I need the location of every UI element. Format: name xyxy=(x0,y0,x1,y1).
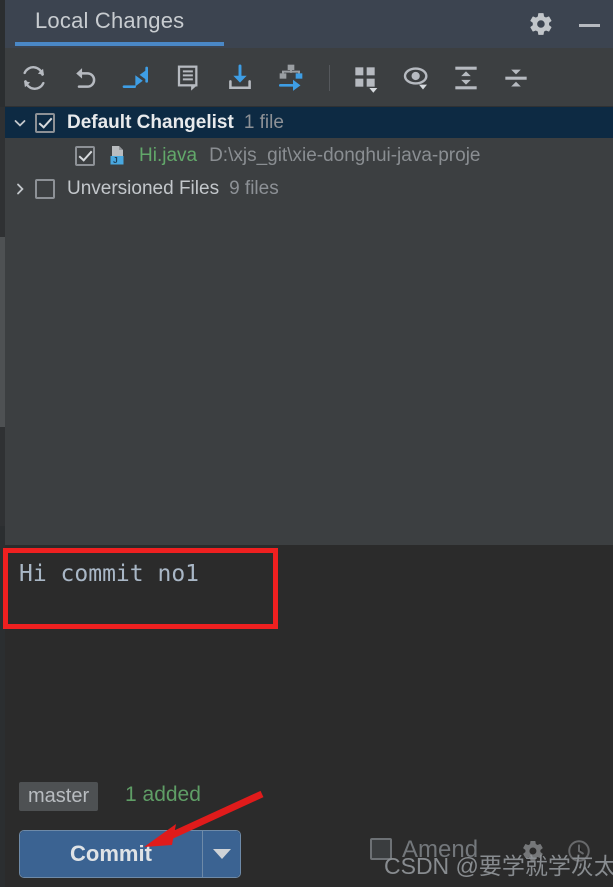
gear-icon[interactable] xyxy=(528,11,554,37)
changelist-file-count: 1 file xyxy=(243,111,284,133)
tree-row-default-changelist[interactable]: Default Changelist 1 file xyxy=(5,107,613,138)
unversioned-file-count: 9 files xyxy=(229,177,279,199)
titlebar: Local Changes xyxy=(5,0,613,48)
svg-text:J: J xyxy=(113,155,118,165)
tree-row-unversioned-files[interactable]: Unversioned Files 9 files xyxy=(5,173,613,204)
commit-dropdown-button[interactable] xyxy=(203,831,240,877)
show-diff-icon[interactable] xyxy=(173,62,205,94)
rollback-icon[interactable] xyxy=(69,62,101,94)
chevron-down-icon xyxy=(212,849,231,859)
file-checkbox[interactable] xyxy=(75,145,95,166)
chevron-right-icon[interactable] xyxy=(5,173,35,204)
toolbar-separator xyxy=(329,65,330,91)
collapse-all-icon[interactable] xyxy=(500,62,532,94)
tree-row-file[interactable]: J Hi.java D:\xjs_git\xie-donghui-java-pr… xyxy=(5,140,613,171)
changelist-checkbox[interactable] xyxy=(35,112,55,133)
group-by-icon[interactable] xyxy=(350,62,382,94)
changes-summary: 1 added xyxy=(125,783,201,806)
java-file-icon: J xyxy=(107,145,129,167)
changes-tree: Default Changelist 1 file J Hi.java D:\x… xyxy=(5,107,613,526)
refresh-icon[interactable] xyxy=(18,62,50,94)
unversioned-label: Unversioned Files xyxy=(67,177,220,199)
tab-active-underline xyxy=(15,42,224,46)
expand-all-icon[interactable] xyxy=(450,62,482,94)
watermark-text: CSDN @要学就学灰太狼 xyxy=(384,853,613,879)
changelist-label: Default Changelist xyxy=(67,111,234,133)
tab-local-changes[interactable]: Local Changes xyxy=(35,8,184,34)
minimize-icon[interactable] xyxy=(576,11,602,37)
tree-horizontal-scrollbar-track[interactable] xyxy=(5,526,613,545)
chevron-down-icon[interactable] xyxy=(5,107,35,138)
vcs-toolbar xyxy=(5,48,613,107)
file-path: D:\xjs_git\xie-donghui-java-proje xyxy=(209,144,481,166)
commit-button[interactable]: Commit xyxy=(19,830,241,878)
branch-badge: master xyxy=(19,782,99,811)
local-changes-panel: Local Changes Default Changelist 1 file … xyxy=(0,0,613,887)
commit-button-label[interactable]: Commit xyxy=(20,831,202,877)
get-from-vcs-icon[interactable] xyxy=(224,62,256,94)
shelve-silently-icon[interactable] xyxy=(120,62,152,94)
commit-message-area[interactable]: Hi commit no1 xyxy=(5,545,613,768)
file-name: Hi.java xyxy=(139,144,198,166)
commit-message-input[interactable]: Hi commit no1 xyxy=(19,561,199,587)
preview-diff-icon[interactable] xyxy=(401,62,433,94)
unversioned-checkbox[interactable] xyxy=(35,178,55,199)
move-to-changelist-icon[interactable] xyxy=(275,62,307,94)
